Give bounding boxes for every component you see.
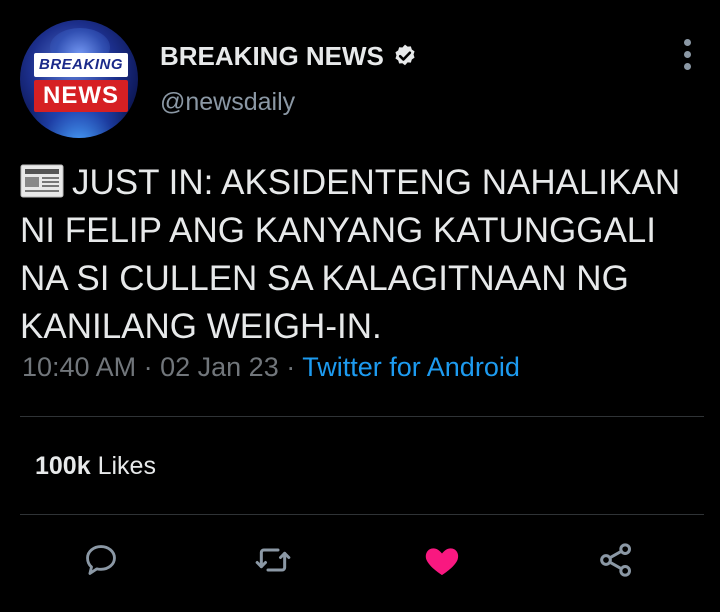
reply-icon (86, 545, 116, 575)
like-button[interactable] (422, 540, 462, 580)
tweet-date: 02 Jan 23 (160, 352, 279, 382)
author-name-row: BREAKING NEWS (160, 40, 418, 72)
likes-label: Likes (97, 452, 156, 480)
likes-stat[interactable]: 100k Likes (35, 452, 156, 481)
avatar-breaking-label: BREAKING (34, 53, 128, 77)
tweet-text: JUST IN: AKSIDENTENG NAHALIKAN NI FELIP … (20, 159, 710, 351)
more-options-icon[interactable] (670, 36, 704, 72)
display-name[interactable]: BREAKING NEWS (160, 41, 384, 72)
avatar-news-label: NEWS (34, 80, 128, 112)
verified-badge-icon (395, 44, 415, 66)
retweet-icon (255, 548, 291, 572)
share-icon (600, 543, 631, 577)
meta-separator: · (286, 352, 296, 382)
heart-icon (425, 548, 459, 575)
tweet-source-link[interactable]: Twitter for Android (302, 352, 520, 382)
likes-count: 100k (35, 452, 91, 480)
tweet-body: JUST IN: AKSIDENTENG NAHALIKAN NI FELIP … (20, 163, 681, 346)
author-handle[interactable]: @newsdaily (160, 88, 295, 117)
share-button[interactable] (596, 540, 636, 580)
tweet-meta: 10:40 AM · 02 Jan 23 · Twitter for Andro… (22, 352, 520, 383)
meta-separator: · (143, 352, 153, 382)
reply-button[interactable] (81, 540, 121, 580)
tweet-time: 10:40 AM (22, 352, 137, 382)
divider (20, 514, 704, 515)
avatar[interactable]: BREAKING NEWS (20, 20, 138, 138)
retweet-button[interactable] (253, 540, 293, 580)
newspaper-icon (20, 164, 64, 198)
divider (20, 416, 704, 417)
